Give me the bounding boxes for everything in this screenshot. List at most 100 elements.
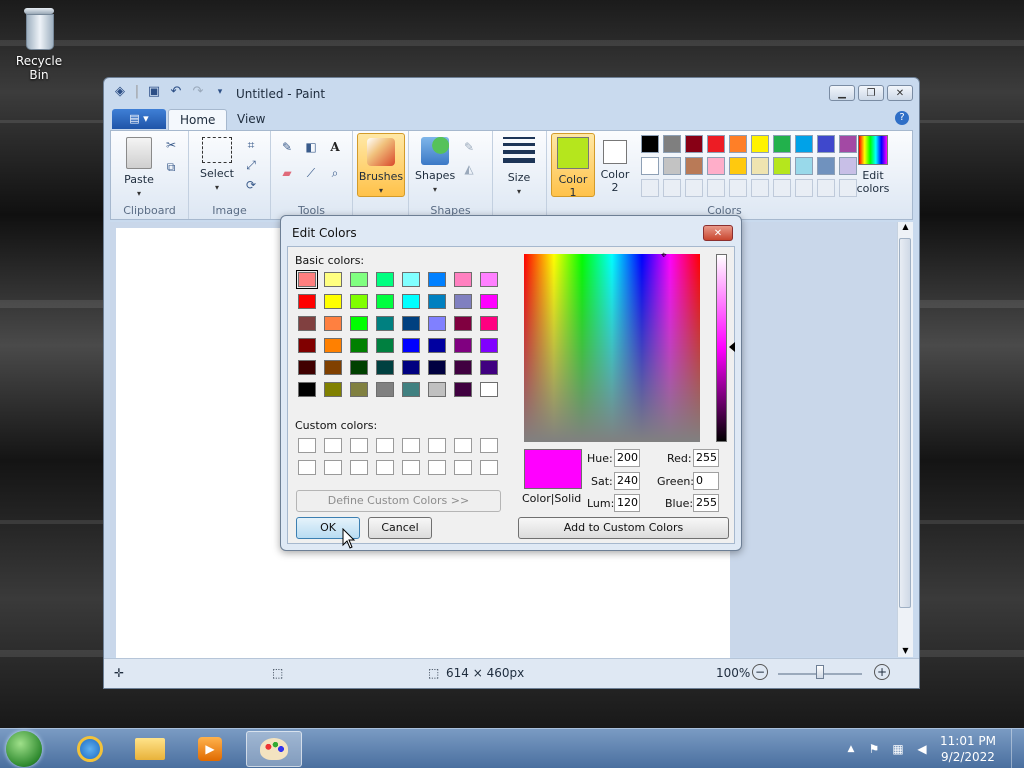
lum-field[interactable]: 120 <box>614 494 640 512</box>
start-button[interactable] <box>6 731 42 767</box>
minimize-button[interactable]: ▁ <box>829 85 855 101</box>
basic-color-swatch[interactable] <box>324 316 342 331</box>
basic-color-swatch[interactable] <box>298 360 316 375</box>
blue-field[interactable]: 255 <box>693 494 719 512</box>
color-picker-icon[interactable]: ⟋ <box>303 165 319 181</box>
basic-color-swatch[interactable] <box>376 382 394 397</box>
custom-color-swatch[interactable] <box>428 460 446 475</box>
basic-color-swatch[interactable] <box>350 294 368 309</box>
basic-color-swatch[interactable] <box>480 272 498 287</box>
custom-color-swatch[interactable] <box>402 460 420 475</box>
crop-icon[interactable]: ⌗ <box>243 137 259 153</box>
luminosity-slider[interactable] <box>716 254 727 442</box>
basic-color-swatch[interactable] <box>402 338 420 353</box>
cancel-button[interactable]: Cancel <box>368 517 432 539</box>
rotate-icon[interactable]: ⟳ <box>243 177 259 193</box>
basic-color-swatch[interactable] <box>480 338 498 353</box>
custom-color-swatch[interactable] <box>480 438 498 453</box>
custom-color-swatch[interactable] <box>454 438 472 453</box>
color-spectrum[interactable] <box>524 254 700 442</box>
custom-color-swatch[interactable] <box>376 438 394 453</box>
palette-swatch[interactable] <box>817 135 835 153</box>
select-button[interactable]: Select ▾ <box>197 137 237 193</box>
basic-color-swatch[interactable] <box>324 382 342 397</box>
basic-color-swatch[interactable] <box>402 360 420 375</box>
basic-color-swatch[interactable] <box>428 360 446 375</box>
palette-empty-swatch[interactable] <box>773 179 791 197</box>
basic-color-swatch[interactable] <box>454 316 472 331</box>
palette-empty-swatch[interactable] <box>707 179 725 197</box>
basic-color-swatch[interactable] <box>480 294 498 309</box>
basic-color-swatch[interactable] <box>428 316 446 331</box>
fill-icon[interactable]: ◭ <box>461 161 477 177</box>
hue-field[interactable]: 200 <box>614 449 640 467</box>
add-to-custom-colors-button[interactable]: Add to Custom Colors <box>518 517 729 539</box>
magnifier-icon[interactable]: ⌕ <box>327 165 343 181</box>
basic-color-swatch[interactable] <box>428 382 446 397</box>
palette-swatch[interactable] <box>773 135 791 153</box>
basic-color-swatch[interactable] <box>480 316 498 331</box>
palette-swatch[interactable] <box>663 157 681 175</box>
palette-swatch[interactable] <box>729 135 747 153</box>
shapes-button[interactable]: Shapes ▾ <box>415 137 455 195</box>
basic-color-swatch[interactable] <box>454 294 472 309</box>
palette-empty-swatch[interactable] <box>685 179 703 197</box>
basic-color-swatch[interactable] <box>298 316 316 331</box>
define-custom-colors-button[interactable]: Define Custom Colors >> <box>296 490 501 512</box>
redo-icon[interactable]: ↷ <box>190 84 206 100</box>
basic-color-swatch[interactable] <box>376 360 394 375</box>
palette-swatch[interactable] <box>729 157 747 175</box>
basic-color-swatch[interactable] <box>402 294 420 309</box>
zoom-slider-thumb[interactable] <box>816 665 824 679</box>
basic-color-swatch[interactable] <box>376 316 394 331</box>
basic-color-swatch[interactable] <box>428 294 446 309</box>
basic-color-swatch[interactable] <box>350 338 368 353</box>
palette-empty-swatch[interactable] <box>795 179 813 197</box>
palette-swatch[interactable] <box>773 157 791 175</box>
basic-color-swatch[interactable] <box>480 382 498 397</box>
zoom-in-button[interactable]: + <box>874 664 890 680</box>
basic-color-swatch[interactable] <box>298 294 316 309</box>
save-icon[interactable]: ▣ <box>146 84 162 100</box>
basic-color-swatch[interactable] <box>324 294 342 309</box>
palette-swatch[interactable] <box>817 157 835 175</box>
taskbar-internet-explorer[interactable] <box>62 731 118 767</box>
basic-color-swatch[interactable] <box>454 272 472 287</box>
system-clock[interactable]: 11:01 PM 9/2/2022 <box>940 733 996 765</box>
custom-color-swatch[interactable] <box>376 460 394 475</box>
recycle-bin-desktop-icon[interactable]: Recycle Bin <box>6 6 72 82</box>
eraser-icon[interactable]: ▰ <box>279 165 295 181</box>
custom-color-swatch[interactable] <box>402 438 420 453</box>
network-icon[interactable]: ▦ <box>890 741 906 757</box>
basic-color-swatch[interactable] <box>350 272 368 287</box>
basic-color-swatch[interactable] <box>480 360 498 375</box>
basic-color-swatch[interactable] <box>324 360 342 375</box>
color1-button[interactable]: Color 1 <box>551 133 595 199</box>
help-icon[interactable]: ? <box>895 111 909 125</box>
maximize-button[interactable]: ❐ <box>858 85 884 101</box>
palette-empty-swatch[interactable] <box>729 179 747 197</box>
custom-color-swatch[interactable] <box>350 460 368 475</box>
custom-color-swatch[interactable] <box>350 438 368 453</box>
custom-color-swatch[interactable] <box>428 438 446 453</box>
basic-color-swatch[interactable] <box>298 338 316 353</box>
basic-color-swatch[interactable] <box>402 316 420 331</box>
scrollbar-thumb[interactable] <box>899 238 911 608</box>
palette-empty-swatch[interactable] <box>817 179 835 197</box>
copy-icon[interactable]: ⧉ <box>163 159 179 175</box>
pencil-icon[interactable]: ✎ <box>279 139 295 155</box>
palette-swatch[interactable] <box>707 135 725 153</box>
outline-icon[interactable]: ✎ <box>461 139 477 155</box>
vertical-scrollbar[interactable]: ▲ ▼ <box>897 222 913 657</box>
scroll-up-icon[interactable]: ▲ <box>898 222 913 231</box>
palette-swatch[interactable] <box>795 157 813 175</box>
basic-color-swatch[interactable] <box>350 316 368 331</box>
color2-button[interactable]: Color 2 <box>595 133 635 195</box>
basic-color-swatch[interactable] <box>376 294 394 309</box>
palette-empty-swatch[interactable] <box>641 179 659 197</box>
basic-color-swatch[interactable] <box>296 270 318 289</box>
custom-color-swatch[interactable] <box>324 438 342 453</box>
basic-color-swatch[interactable] <box>454 382 472 397</box>
brushes-button[interactable]: Brushes ▾ <box>357 133 405 197</box>
palette-empty-swatch[interactable] <box>663 179 681 197</box>
